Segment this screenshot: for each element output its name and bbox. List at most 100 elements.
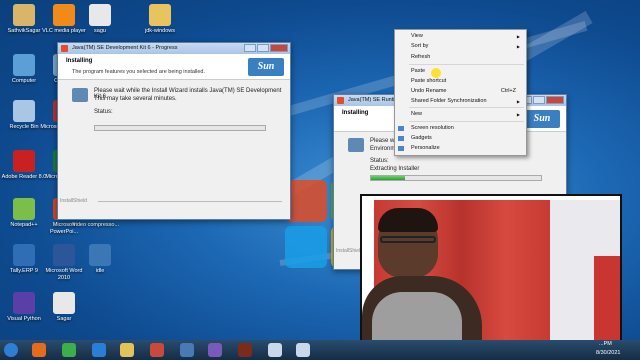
tray-date[interactable]: 8/30/2021 — [596, 350, 620, 356]
sun-logo: Sun — [248, 58, 284, 76]
java-installer-icon[interactable] — [296, 343, 310, 357]
desktop-icon-label: Sagar — [56, 316, 72, 322]
chrome-icon[interactable] — [62, 343, 76, 357]
menu-item-icon — [398, 146, 404, 151]
desktop-icon-label: idle — [95, 268, 105, 274]
taskbar: ...PM 8/30/2021 — [0, 340, 640, 360]
word-icon — [53, 244, 75, 266]
status-value: Extracting Installer — [370, 166, 420, 172]
desktop-icon-label: jdk-windows — [145, 28, 175, 34]
desktop-icon-label: video compresso... — [72, 222, 120, 228]
window-titlebar[interactable]: Java(TM) SE Development Kit 6 - Progress — [58, 43, 290, 54]
user-folder-icon — [13, 4, 35, 26]
ie-icon[interactable] — [92, 343, 106, 357]
visual-python-icon — [13, 292, 35, 314]
terminal-icon[interactable] — [238, 343, 252, 357]
status-label: Status: — [94, 109, 113, 115]
close-button[interactable] — [270, 44, 288, 52]
firefox-icon[interactable] — [32, 343, 46, 357]
menu-item[interactable]: Refresh — [395, 53, 526, 62]
menu-item-label: Refresh — [411, 54, 431, 60]
desktop-icon[interactable]: Sagar — [40, 292, 88, 323]
desktop-icon[interactable]: idle — [76, 244, 124, 275]
java-installer-icon[interactable] — [268, 343, 282, 357]
menu-item[interactable]: Sort by ▶ — [395, 42, 526, 51]
menu-item-icon — [398, 136, 404, 141]
installshield-label: InstallShield — [336, 248, 363, 254]
menu-item-label: Paste shortcut — [411, 78, 447, 84]
installshield-label: InstallShield — [60, 198, 87, 204]
tray-time[interactable]: ...PM — [599, 341, 612, 347]
vlc-icon — [53, 4, 75, 26]
menu-item[interactable]: Gadgets — [395, 134, 526, 143]
chevron-right-icon: ▶ — [516, 44, 520, 49]
menu-item[interactable]: View ▶ — [395, 32, 526, 41]
desktop-context-menu[interactable]: View ▶ Sort by ▶ Refresh Paste Paste shortcut U… — [394, 29, 527, 156]
start-orb-icon[interactable] — [4, 343, 18, 357]
person-shirt — [372, 292, 462, 340]
person-glasses — [380, 236, 436, 243]
video-doorframe — [594, 256, 620, 340]
install-message-2: This may take several minutes. — [94, 96, 177, 102]
window-title: Java(TM) SE Development Kit 6 - Progress — [72, 45, 178, 51]
minimize-button[interactable] — [244, 44, 256, 52]
menu-item[interactable]: Screen resolution — [395, 124, 526, 133]
menu-item-label: Screen resolution — [411, 125, 454, 131]
menu-item-label: Shared Folder Synchronization — [411, 98, 487, 104]
menu-item[interactable]: Undo Rename Ctrl+Z — [395, 87, 526, 96]
installing-heading: Installing — [66, 58, 93, 64]
progress-bar — [370, 175, 542, 181]
menu-item-label: View — [411, 33, 423, 39]
jdk-progress-window[interactable]: Java(TM) SE Development Kit 6 - Progress… — [57, 42, 291, 220]
notepad-plus-icon — [13, 198, 35, 220]
menu-item-label: Paste — [411, 68, 426, 74]
desktop-icon-label: sagu — [94, 28, 106, 34]
installing-subheading: The program features you selected are be… — [72, 69, 205, 75]
menu-item-label: Sort by — [411, 43, 429, 49]
sun-logo: Sun — [524, 110, 560, 128]
menu-item-label: New — [411, 111, 423, 117]
maximize-button[interactable] — [533, 96, 545, 104]
close-button[interactable] — [546, 96, 564, 104]
installer-icon — [72, 88, 88, 102]
tally-icon — [13, 244, 35, 266]
menu-separator — [409, 64, 524, 65]
menu-item[interactable]: Paste shortcut — [395, 77, 526, 86]
menu-item[interactable]: Paste — [395, 67, 526, 76]
java-icon — [337, 97, 344, 104]
desktop[interactable]: SathvikSagar VLC media player sagu jdk-wind… — [0, 0, 640, 340]
menu-item[interactable]: New ▶ — [395, 110, 526, 119]
menu-item-label: Personalize — [411, 145, 440, 151]
chevron-right-icon: ▶ — [516, 34, 520, 39]
chevron-right-icon: ▶ — [516, 99, 520, 104]
status-label: Status: — [370, 158, 389, 164]
adobe-reader-icon — [13, 150, 35, 172]
mouse-cursor-icon — [431, 68, 441, 78]
folder-icon — [149, 4, 171, 26]
maximize-button[interactable] — [257, 44, 269, 52]
network-icon[interactable] — [180, 343, 194, 357]
desktop-icon[interactable]: jdk-windows — [136, 4, 184, 35]
menu-item[interactable]: Shared Folder Synchronization ▶ — [395, 97, 526, 106]
python-idle-icon — [89, 244, 111, 266]
file-icon — [89, 4, 111, 26]
menu-separator — [409, 121, 524, 122]
menu-item-label: Undo Rename — [411, 88, 447, 94]
window-body: Please wait while the Install Wizard ins… — [58, 80, 290, 219]
computer-icon — [13, 54, 35, 76]
recycle-bin-icon — [13, 100, 35, 122]
footer-divider — [98, 201, 282, 202]
installing-heading: Installing — [342, 110, 369, 116]
desktop-icon[interactable]: sagu — [76, 4, 124, 35]
paint-icon[interactable] — [150, 343, 164, 357]
media-icon[interactable] — [208, 343, 222, 357]
menu-shortcut: Ctrl+Z — [500, 88, 516, 94]
menu-item[interactable]: Personalize — [395, 144, 526, 153]
menu-item-icon — [398, 126, 404, 131]
explorer-folder-icon[interactable] — [120, 343, 134, 357]
file-icon — [53, 292, 75, 314]
webcam-overlay — [360, 194, 622, 340]
window-header: Installing The program features you sele… — [58, 54, 290, 80]
chevron-right-icon: ▶ — [516, 112, 520, 117]
progress-bar — [94, 125, 266, 131]
